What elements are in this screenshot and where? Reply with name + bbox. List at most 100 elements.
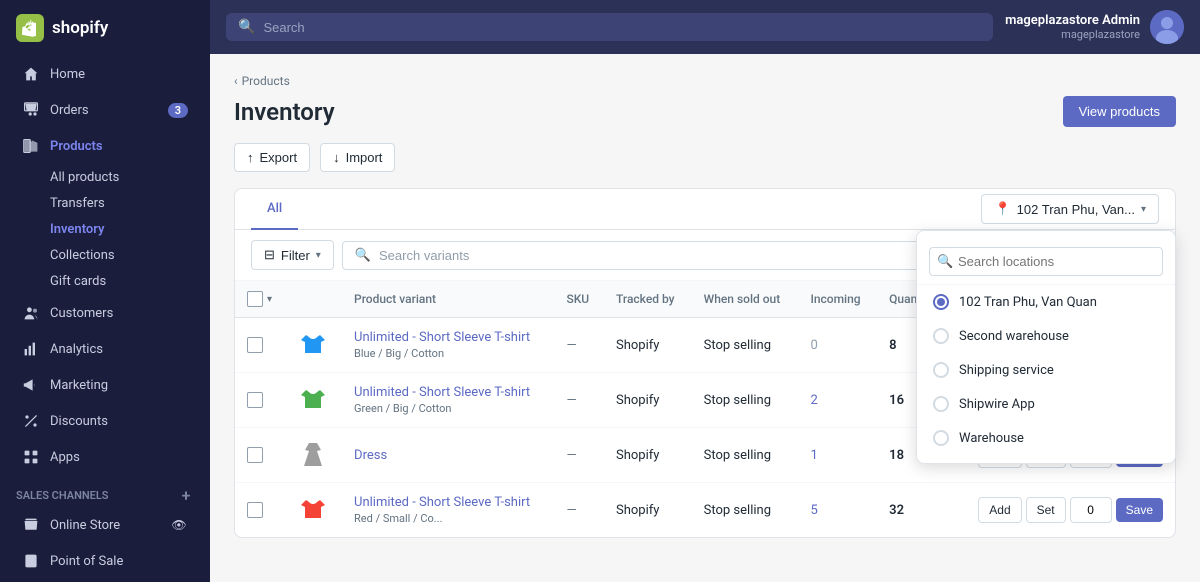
when-sold-out-value: Stop selling: [704, 503, 771, 518]
when-sold-out-cell: Stop selling: [692, 428, 799, 483]
subnav-transfers[interactable]: Transfers: [50, 191, 204, 216]
products-icon: [22, 137, 40, 155]
sidebar-item-online-store[interactable]: Online Store 👁: [6, 508, 204, 542]
sku-cell: —: [554, 373, 604, 428]
sku-cell: —: [554, 428, 604, 483]
incoming-cell: 0: [798, 318, 877, 373]
th-sku[interactable]: SKU: [554, 281, 604, 318]
location-radio: [933, 396, 949, 412]
sku-cell: —: [554, 318, 604, 373]
location-option[interactable]: Shipping service: [917, 353, 1175, 387]
export-button[interactable]: ↑ Export: [234, 143, 310, 172]
when-sold-out-value: Stop selling: [704, 448, 771, 463]
location-label: Warehouse: [959, 431, 1024, 446]
sidebar-item-point-of-sale[interactable]: Point of Sale: [6, 544, 204, 578]
subnav-all-products[interactable]: All products: [50, 165, 204, 190]
sidebar: shopify Home Orders 3 Products All produ…: [0, 0, 210, 582]
incoming-value: 0: [810, 338, 817, 353]
marketing-icon: [22, 376, 40, 394]
location-option[interactable]: Second warehouse: [917, 319, 1175, 353]
apps-icon: [22, 448, 40, 466]
location-button[interactable]: 📍 102 Tran Phu, Van... ▾: [981, 194, 1159, 224]
quantity-value: 32: [889, 503, 904, 518]
export-icon: ↑: [247, 150, 254, 165]
online-store-icon: [22, 516, 40, 534]
th-tracked-by[interactable]: Tracked by: [604, 281, 692, 318]
location-option[interactable]: 102 Tran Phu, Van Quan: [917, 285, 1175, 319]
chevron-down-icon: ▾: [1141, 204, 1146, 215]
save-button[interactable]: Save: [1116, 498, 1163, 522]
view-products-button[interactable]: View products: [1063, 96, 1176, 127]
when-sold-out-cell: Stop selling: [692, 483, 799, 538]
subnav-inventory[interactable]: Inventory: [50, 217, 204, 242]
filter-button[interactable]: ⊟ Filter ▾: [251, 240, 334, 270]
add-sales-channel-btn[interactable]: +: [178, 487, 194, 503]
pos-icon: [22, 552, 40, 570]
row-checkbox[interactable]: [247, 502, 263, 518]
breadcrumb[interactable]: ‹ Products: [234, 74, 1176, 88]
product-link[interactable]: Unlimited - Short Sleeve T-shirt: [354, 385, 530, 400]
row-checkbox[interactable]: [247, 337, 263, 353]
location-dropdown: 🔍 102 Tran Phu, Van Quan Second warehous…: [916, 230, 1176, 464]
products-subnav: All products Transfers Inventory Collect…: [0, 164, 210, 295]
sidebar-item-label-home: Home: [50, 67, 188, 82]
th-incoming[interactable]: Incoming: [798, 281, 877, 318]
page-header: Inventory View products: [234, 96, 1176, 127]
location-search-wrap: 🔍: [929, 247, 1163, 276]
location-label: 102 Tran Phu, Van Quan: [959, 295, 1097, 310]
shopify-logo-icon: [16, 14, 44, 42]
search-box[interactable]: 🔍: [226, 13, 993, 41]
product-image: [296, 438, 330, 472]
tracked-by-cell: Shopify: [604, 318, 692, 373]
subnav-gift-cards[interactable]: Gift cards: [50, 269, 204, 294]
product-image: [296, 383, 330, 417]
when-sold-out-cell: Stop selling: [692, 318, 799, 373]
search-input[interactable]: [263, 20, 981, 35]
product-link[interactable]: Unlimited - Short Sleeve T-shirt: [354, 330, 530, 345]
product-link[interactable]: Dress: [354, 448, 387, 463]
eye-icon: 👁: [170, 516, 188, 534]
sidebar-item-apps[interactable]: Apps: [6, 440, 204, 474]
product-image: [296, 493, 330, 527]
location-radio: [933, 362, 949, 378]
quantity-value: 8: [889, 338, 896, 353]
subnav-collections[interactable]: Collections: [50, 243, 204, 268]
sidebar-item-home[interactable]: Home: [6, 57, 204, 91]
add-button[interactable]: Add: [978, 497, 1021, 523]
tab-all[interactable]: All: [251, 189, 298, 230]
product-variant-cell: Unlimited - Short Sleeve T-shirt Blue / …: [342, 318, 554, 373]
product-image-cell: [284, 428, 342, 483]
row-checkbox[interactable]: [247, 392, 263, 408]
sidebar-item-marketing[interactable]: Marketing: [6, 368, 204, 402]
location-search-input[interactable]: [929, 247, 1163, 276]
import-button[interactable]: ↓ Import: [320, 143, 395, 172]
sidebar-item-products[interactable]: Products: [6, 129, 204, 163]
incoming-link[interactable]: 5: [810, 503, 817, 518]
location-list: 102 Tran Phu, Van Quan Second warehouse …: [917, 285, 1175, 455]
row-checkbox[interactable]: [247, 447, 263, 463]
breadcrumb-text: Products: [242, 74, 290, 88]
user-name: mageplazastore Admin: [1005, 13, 1140, 28]
tabs-row: All 📍 102 Tran Phu, Van... ▾: [235, 189, 1175, 230]
checkbox-wrap: [247, 291, 263, 307]
product-variant-cell: Unlimited - Short Sleeve T-shirt Red / S…: [342, 483, 554, 538]
location-option[interactable]: Warehouse: [917, 421, 1175, 455]
th-when-sold-out[interactable]: When sold out: [692, 281, 799, 318]
th-product-variant[interactable]: Product variant: [342, 281, 554, 318]
select-all-checkbox[interactable]: ▾: [247, 291, 272, 307]
incoming-link[interactable]: 1: [810, 448, 817, 463]
location-option[interactable]: Shipwire App: [917, 387, 1175, 421]
sidebar-item-analytics[interactable]: Analytics: [6, 332, 204, 366]
sku-value: —: [566, 338, 576, 353]
sidebar-item-discounts[interactable]: Discounts: [6, 404, 204, 438]
set-button[interactable]: Set: [1026, 497, 1066, 523]
sidebar-item-customers[interactable]: Customers: [6, 296, 204, 330]
incoming-link[interactable]: 2: [810, 393, 817, 408]
user-area[interactable]: mageplazastore Admin mageplazastore: [1005, 10, 1184, 44]
location-label: Shipwire App: [959, 397, 1035, 412]
avatar: [1150, 10, 1184, 44]
location-radio: [933, 294, 949, 310]
sidebar-item-orders[interactable]: Orders 3: [6, 93, 204, 127]
product-link[interactable]: Unlimited - Short Sleeve T-shirt: [354, 495, 530, 510]
quantity-input[interactable]: [1070, 497, 1112, 523]
